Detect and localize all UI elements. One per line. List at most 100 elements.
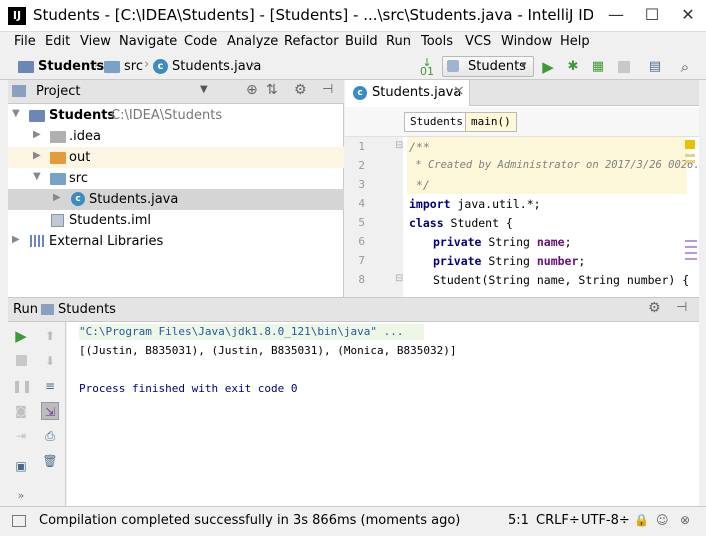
fold-icon[interactable]: ⊟ [395, 273, 403, 284]
fold-icon[interactable]: ⊟ [395, 140, 403, 151]
file-encoding[interactable]: UTF-8÷ [581, 513, 630, 528]
code-crumb-class[interactable]: Students [404, 112, 469, 132]
pause-icon[interactable]: ❚❚ [12, 377, 32, 395]
code-line-7[interactable]: private String number; [433, 254, 585, 268]
dump-threads-icon[interactable]: ◙ [12, 402, 30, 420]
code-line-3[interactable]: */ [409, 178, 430, 192]
project-view-icon [12, 85, 26, 97]
minimize-button[interactable]: — [598, 0, 634, 32]
stop-icon[interactable] [12, 352, 30, 370]
run-panel-title[interactable]: Run [13, 302, 38, 317]
line-separator[interactable]: CRLF÷ [536, 513, 580, 528]
tree-item-students-java[interactable]: ▶ c Students.java [8, 189, 344, 210]
expanded-arrow-icon[interactable]: ▼ [33, 171, 41, 182]
menu-analyze[interactable]: Analyze [227, 34, 278, 49]
editor-tab-students-java[interactable]: c Students.java × [345, 80, 470, 106]
menu-build[interactable]: Build [345, 34, 378, 49]
console-output[interactable]: "C:\Program Files\Java\jdk1.8.0_121\bin\… [67, 322, 699, 507]
scroll-to-end-icon[interactable]: ⇲ [41, 402, 59, 420]
gear-icon[interactable]: ⚙ [294, 82, 307, 98]
up-arrow-icon[interactable]: ⬆ [41, 327, 59, 345]
lock-icon[interactable]: 🔒 [634, 513, 649, 527]
hide-panel-icon[interactable]: ⊣ [676, 300, 687, 315]
keyword: class [409, 216, 444, 230]
stripe-marker[interactable] [685, 154, 695, 157]
source-folder-icon [50, 173, 66, 185]
project-panel-title[interactable]: Project [36, 84, 80, 99]
gear-icon[interactable]: ⚙ [648, 300, 661, 316]
layout-icon[interactable]: ▣ [12, 457, 30, 475]
warning-marker-icon[interactable] [685, 140, 695, 149]
menu-help[interactable]: Help [560, 34, 590, 49]
menu-navigate[interactable]: Navigate [119, 34, 177, 49]
exit-icon[interactable]: ⇥ [12, 427, 30, 445]
inspector-icon[interactable]: ☺ [656, 513, 669, 527]
collapse-all-icon[interactable]: ⇅ [266, 82, 278, 98]
breadcrumb-file[interactable]: Students.java [172, 59, 261, 74]
close-tab-icon[interactable]: × [453, 83, 465, 99]
stripe-marker[interactable] [685, 160, 695, 163]
code-line-4[interactable]: import java.util.*; [409, 197, 541, 211]
tree-item-iml[interactable]: Students.iml [8, 210, 344, 231]
code-line-2[interactable]: * Created by Administrator on 2017/3/26 … [409, 159, 699, 171]
java-class-icon: c [71, 192, 85, 206]
code-line-5[interactable]: class Student { [409, 216, 513, 230]
event-log-icon[interactable]: ⊗ [680, 513, 690, 527]
stripe-marker[interactable] [685, 258, 697, 260]
chevron-down-icon[interactable]: ▼ [200, 84, 208, 95]
tree-item-external-libraries[interactable]: ▶ External Libraries [8, 231, 344, 252]
hide-panel-icon[interactable]: ⊣ [322, 82, 333, 97]
code-crumb-method[interactable]: main() [465, 112, 517, 132]
breadcrumb-folder[interactable]: src [124, 59, 143, 74]
code-line-8[interactable]: Student(String name, String number) { [433, 273, 689, 287]
code-line-1[interactable]: /** [409, 140, 430, 154]
stop-icon[interactable] [615, 58, 633, 76]
maximize-button[interactable]: ☐ [634, 0, 670, 32]
run-icon[interactable]: ▶ [539, 58, 557, 76]
more-icon[interactable]: » [12, 487, 30, 505]
tree-item-out[interactable]: ▶ out [8, 147, 344, 168]
rerun-icon[interactable]: ▶ [12, 327, 30, 345]
coverage-icon[interactable]: ▦ [589, 58, 607, 76]
folder-icon [50, 131, 66, 143]
menu-edit[interactable]: Edit [45, 34, 70, 49]
code-line-6[interactable]: private String name; [433, 235, 572, 249]
trash-icon[interactable]: 🗑 [41, 452, 59, 470]
project-structure-icon[interactable]: ▤ [646, 58, 664, 76]
close-button[interactable]: ✕ [670, 0, 706, 32]
stripe-marker[interactable] [685, 240, 697, 242]
caret-position[interactable]: 5:1 [508, 513, 529, 528]
collapsed-arrow-icon[interactable]: ▶ [53, 192, 61, 203]
down-arrow-icon[interactable]: ⬇ [41, 352, 59, 370]
run-configuration-dropdown[interactable]: Students ▾ [442, 56, 534, 77]
stripe-marker[interactable] [685, 252, 697, 254]
tree-item-src[interactable]: ▼ src [8, 168, 344, 189]
menu-code[interactable]: Code [184, 34, 217, 49]
stripe-marker[interactable] [685, 246, 697, 248]
window-title: Students - [C:\IDEA\Students] - [Student… [33, 6, 593, 24]
menu-run[interactable]: Run [386, 34, 411, 49]
debug-icon[interactable]: ✱ [564, 58, 582, 76]
collapsed-arrow-icon[interactable]: ▶ [12, 234, 20, 245]
menu-window[interactable]: Window [501, 34, 552, 49]
tree-item-idea[interactable]: ▶ .idea [8, 126, 344, 147]
tool-windows-icon[interactable] [12, 515, 26, 527]
expanded-arrow-icon[interactable]: ▼ [12, 108, 20, 119]
print-icon[interactable]: ⎙ [41, 427, 59, 445]
status-bar: Compilation completed successfully in 3s… [0, 506, 706, 536]
menu-refactor[interactable]: Refactor [284, 34, 339, 49]
run-tab-label[interactable]: Students [58, 302, 116, 317]
sort-binary-icon[interactable]: ↓ 01 [418, 57, 436, 77]
collapsed-arrow-icon[interactable]: ▶ [33, 150, 41, 161]
soft-wrap-icon[interactable]: ≡ [41, 377, 59, 395]
breadcrumb-separator-icon: › [250, 57, 256, 72]
menu-view[interactable]: View [80, 34, 111, 49]
menu-tools[interactable]: Tools [421, 34, 453, 49]
locate-icon[interactable]: ⊕ [246, 82, 258, 98]
search-icon[interactable]: ⌕ [676, 58, 694, 76]
menu-vcs[interactable]: VCS [465, 34, 491, 49]
collapsed-arrow-icon[interactable]: ▶ [33, 129, 41, 140]
menu-file[interactable]: File [14, 34, 36, 49]
tree-item-root[interactable]: ▼ Students C:\IDEA\Students [8, 105, 344, 126]
library-icon [30, 235, 44, 247]
